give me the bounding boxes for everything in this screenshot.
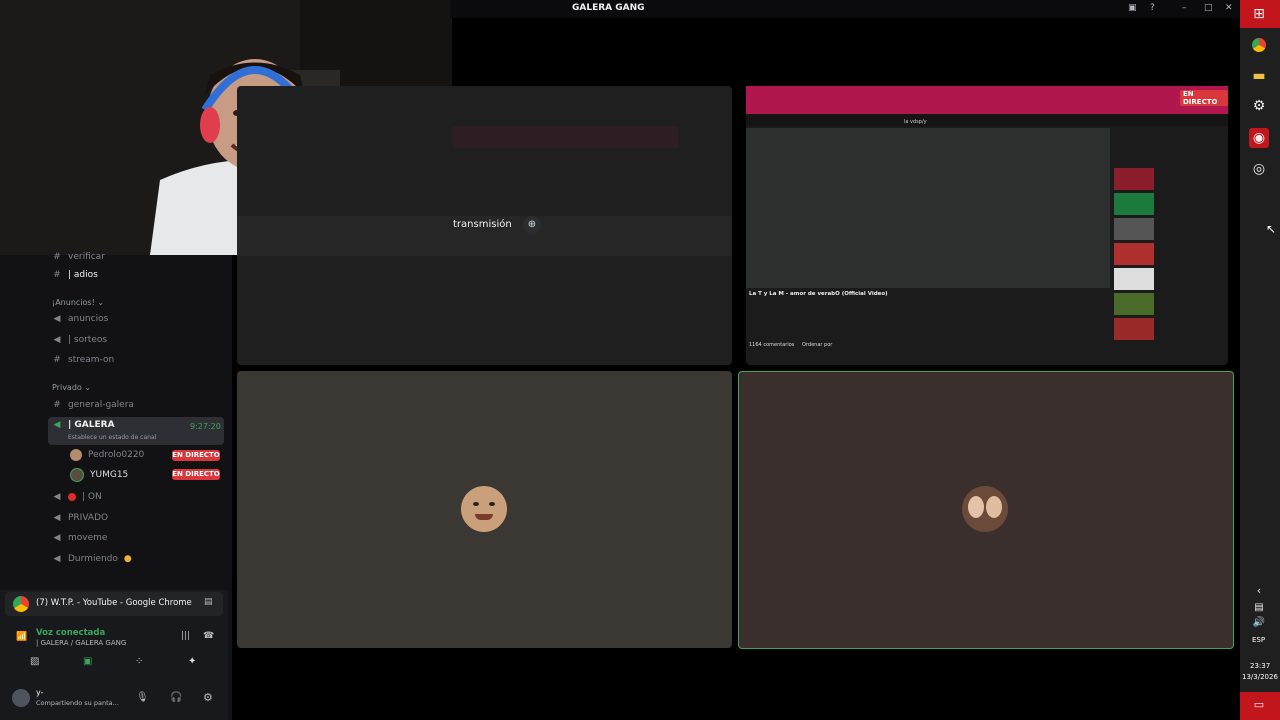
settings-taskbar-icon[interactable]: ⚙ xyxy=(1249,96,1269,116)
disconnect-icon[interactable]: ☎ xyxy=(203,631,214,641)
noise-suppression-icon[interactable]: ||| xyxy=(181,631,190,641)
windows-start-icon[interactable]: ⊞ xyxy=(1249,4,1269,24)
headphones-icon[interactable]: 🎧 xyxy=(170,692,182,703)
transmit-label: transmisión xyxy=(453,219,512,230)
video-player[interactable] xyxy=(746,128,1110,288)
hash-icon: # xyxy=(53,400,61,410)
activity-text: (7) W.T.P. - YouTube - Google Chrome xyxy=(36,598,192,608)
volume-icon[interactable]: 🔊 xyxy=(1249,612,1269,632)
voice-member-2[interactable]: YUMG15 xyxy=(70,468,128,482)
hash-icon: # xyxy=(53,270,61,280)
sort-by-label: Ordenar por xyxy=(802,342,833,348)
popout-icon[interactable]: ▤ xyxy=(204,597,213,607)
voice-panel: (7) W.T.P. - YouTube - Google Chrome ▤ 📶… xyxy=(0,590,228,720)
voice-channel-label: ◀ | GALERA xyxy=(53,420,115,430)
screen-share-icon[interactable]: ▣ xyxy=(83,656,92,667)
user-status: Compartiendo su panta... xyxy=(36,699,119,707)
channel-anuncios[interactable]: ◀ anuncios xyxy=(52,314,109,324)
avatar xyxy=(962,486,1008,532)
title-bar xyxy=(450,0,1240,18)
signal-icon: 📶 xyxy=(16,632,28,642)
voice-timer: 9:27:20 xyxy=(190,422,221,431)
channel-stream-on[interactable]: # stream-on xyxy=(52,355,114,365)
live-badge: EN DIRECTO xyxy=(172,469,220,480)
obs-taskbar-icon[interactable]: ◎ xyxy=(1249,159,1269,179)
channel-sorteos[interactable]: ◀ | sorteos xyxy=(52,335,108,345)
voice-status[interactable]: Voz conectada xyxy=(36,628,105,638)
chrome-icon xyxy=(13,596,29,612)
speaker-icon: ◀ xyxy=(53,492,61,502)
live-badge: EN DIRECTO xyxy=(1180,90,1228,106)
speaker-icon: ◀ xyxy=(53,533,61,543)
participant-tile-left[interactable] xyxy=(237,371,732,648)
voice-channel-moveme[interactable]: ◀ moveme xyxy=(52,533,108,543)
avatar xyxy=(70,449,82,461)
mouse-cursor-icon: ↖ xyxy=(1266,222,1277,236)
comments-count: 1164 comentarios xyxy=(749,342,795,348)
activities-icon[interactable]: ⁘ xyxy=(135,656,143,667)
camera-off-icon[interactable]: ▨ xyxy=(30,656,39,667)
channel-adios[interactable]: # | adios xyxy=(52,270,98,280)
speaker-icon: ◀ xyxy=(53,513,61,523)
channel-status-prompt[interactable]: Establece un estado de canal xyxy=(68,434,156,441)
voice-channel-privado[interactable]: ◀ PRIVADO xyxy=(52,513,109,523)
avatar xyxy=(461,486,507,532)
voice-member-1[interactable]: Pedrolo0220 xyxy=(70,449,144,461)
voice-location: | GALERA / GALERA GANG xyxy=(36,639,127,647)
participant-tile-right[interactable] xyxy=(738,371,1234,649)
voice-channel-durmiendo[interactable]: ◀ Durmiendo ● xyxy=(52,554,132,564)
settings-gear-icon[interactable]: ⚙ xyxy=(203,691,213,704)
hash-icon: # xyxy=(53,355,61,365)
blurred-browser-bar xyxy=(453,126,678,148)
fullscreen-icon[interactable]: ⊕ xyxy=(523,216,541,234)
youtube-header xyxy=(746,114,1228,126)
notifications-icon[interactable]: ▭ xyxy=(1249,694,1269,714)
megaphone-icon: ◀ xyxy=(53,335,61,345)
category-announcements[interactable]: ¡Anuncios! ⌄ xyxy=(52,298,104,307)
stream-tile-right[interactable]: EN DIRECTO la vdsp/y La T y La M - amor … xyxy=(746,86,1228,365)
red-circle-icon xyxy=(68,493,76,501)
category-private[interactable]: Privado ⌄ xyxy=(52,383,91,392)
maximize-button[interactable]: □ xyxy=(1204,3,1213,13)
yt-search-text: la vdsp/y xyxy=(904,119,927,125)
hash-icon: # xyxy=(53,252,61,262)
stream-tile-left[interactable]: transmisión ⊕ xyxy=(237,86,732,365)
video-title: La T y La M - amor de verabO (Official V… xyxy=(749,291,888,297)
minimize-button[interactable]: – xyxy=(1182,3,1187,13)
live-badge: EN DIRECTO xyxy=(172,450,220,461)
soundboard-icon[interactable]: ✦ xyxy=(188,656,196,667)
file-explorer-icon[interactable]: ▬ xyxy=(1249,66,1269,86)
channel-verificar[interactable]: # verificar xyxy=(52,252,105,262)
microphone-icon[interactable]: 🎙 xyxy=(136,692,149,703)
clock-date[interactable]: 13/3/2026 xyxy=(1242,673,1278,681)
close-button[interactable]: ✕ xyxy=(1225,3,1233,13)
language-indicator[interactable]: ESP xyxy=(1252,636,1265,644)
speaker-icon: ◀ xyxy=(53,554,61,564)
recommendations-list xyxy=(1114,168,1224,364)
megaphone-icon: ◀ xyxy=(53,314,61,324)
avatar xyxy=(70,468,84,482)
speaker-icon: ◀ xyxy=(53,420,61,430)
browser-tab-bar xyxy=(746,86,1228,114)
chrome-taskbar-icon[interactable] xyxy=(1249,35,1269,55)
user-name: y- xyxy=(36,688,44,697)
avatar[interactable] xyxy=(12,689,30,707)
inbox-icon[interactable]: ▣ xyxy=(1128,3,1137,13)
sleeping-emoji-icon: ● xyxy=(123,554,132,564)
help-icon[interactable]: ? xyxy=(1150,3,1155,13)
voice-channel-on[interactable]: ◀ | ON xyxy=(52,492,102,502)
discord-taskbar-icon[interactable]: ◉ xyxy=(1249,128,1269,148)
channel-general-galera[interactable]: # general-galera xyxy=(52,400,134,410)
window-title: GALERA GANG xyxy=(572,3,645,13)
clock-time[interactable]: 23:37 xyxy=(1250,662,1270,670)
